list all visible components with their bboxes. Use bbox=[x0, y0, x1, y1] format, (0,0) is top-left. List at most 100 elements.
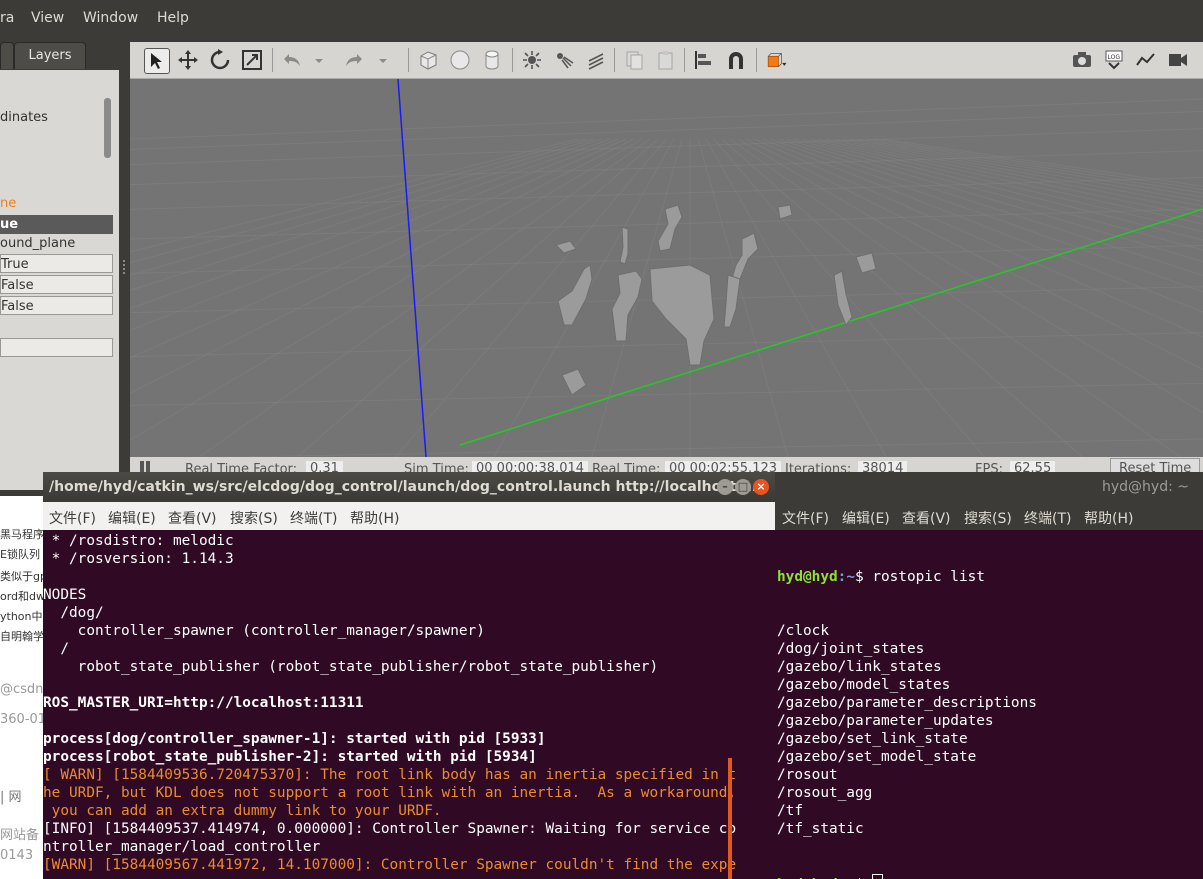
browser-text[interactable]: E锁队列 bbox=[0, 546, 40, 562]
menu-view[interactable]: View bbox=[31, 10, 64, 26]
topic-item: /gazebo/set_link_state bbox=[777, 731, 968, 747]
maximize-icon[interactable]: □ bbox=[735, 479, 751, 495]
menu-view[interactable]: 查看(V) bbox=[168, 508, 217, 528]
menu-gazebo[interactable]: ra bbox=[0, 10, 14, 26]
browser-text[interactable]: 自明翰学 bbox=[0, 628, 44, 644]
property-row-selected[interactable]: ue bbox=[0, 215, 113, 234]
3d-viewport[interactable] bbox=[130, 79, 1203, 457]
menu-terminal[interactable]: 终端(T) bbox=[1024, 508, 1071, 528]
screenshot-icon[interactable] bbox=[1070, 48, 1094, 72]
robot-link-mesh[interactable] bbox=[611, 270, 643, 342]
select-arrow-icon[interactable] bbox=[144, 48, 170, 74]
property-value[interactable] bbox=[0, 338, 113, 357]
browser-text: 360-010 bbox=[0, 712, 44, 727]
rotate-icon[interactable] bbox=[208, 48, 232, 72]
robot-link-mesh[interactable] bbox=[777, 204, 793, 220]
log-icon[interactable]: LOG bbox=[1102, 48, 1126, 72]
menu-search[interactable]: 搜索(S) bbox=[964, 508, 1012, 528]
grid-line bbox=[130, 110, 1203, 150]
menu-help[interactable]: Help bbox=[157, 10, 189, 26]
menu-file[interactable]: 文件(F) bbox=[782, 508, 829, 528]
property-row[interactable]: dinates bbox=[0, 108, 113, 127]
robot-link-mesh[interactable] bbox=[561, 368, 587, 396]
browser-text[interactable]: 黑马程序 bbox=[0, 526, 44, 542]
topic-item: /tf_static bbox=[777, 821, 864, 837]
browser-text[interactable]: | 网 bbox=[0, 786, 22, 805]
property-value[interactable]: False bbox=[0, 275, 113, 294]
directional-light-icon[interactable] bbox=[584, 48, 608, 72]
terminal-window-shell[interactable]: hyd@hyd: ~ 文件(F) 编辑(E) 查看(V) 搜索(S) 终端(T)… bbox=[775, 472, 1203, 879]
robot-link-mesh[interactable] bbox=[557, 264, 593, 326]
box-icon[interactable] bbox=[416, 48, 440, 72]
property-value[interactable]: True bbox=[0, 254, 113, 273]
menu-edit[interactable]: 编辑(E) bbox=[842, 508, 890, 528]
terminal-scrollbar[interactable] bbox=[728, 758, 732, 879]
terminal-line: you can add an extra dummy link to your … bbox=[43, 803, 442, 819]
menu-window[interactable]: Window bbox=[83, 10, 138, 26]
menu-view[interactable]: 查看(V) bbox=[902, 508, 951, 528]
terminal-menubar: 文件(F) 编辑(E) 查看(V) 搜索(S) 终端(T) 帮助(H) bbox=[775, 502, 1203, 530]
translate-icon[interactable] bbox=[176, 48, 200, 72]
terminal-line: ntroller_manager/load_controller bbox=[43, 839, 321, 855]
grid-line bbox=[729, 138, 1182, 457]
property-row[interactable]: ound_plane bbox=[0, 234, 113, 253]
robot-link-mesh[interactable] bbox=[555, 240, 577, 254]
terminal-output[interactable]: hyd@hyd:~$ rostopic list /clock/dog/join… bbox=[777, 532, 1203, 879]
menu-terminal[interactable]: 终端(T) bbox=[290, 508, 337, 528]
menu-file[interactable]: 文件(F) bbox=[49, 508, 96, 528]
menu-edit[interactable]: 编辑(E) bbox=[108, 508, 156, 528]
robot-link-mesh[interactable] bbox=[855, 252, 877, 274]
panel-splitter[interactable] bbox=[120, 70, 128, 490]
spot-light-icon[interactable] bbox=[552, 48, 576, 72]
view-angle-icon[interactable] bbox=[762, 48, 792, 72]
close-icon[interactable]: × bbox=[753, 479, 769, 495]
toolbar-separator bbox=[684, 48, 685, 72]
tab-layers[interactable]: Layers bbox=[14, 42, 86, 69]
property-scrollbar[interactable] bbox=[104, 98, 111, 158]
property-tree: dinates ne ue ound_plane True False Fals… bbox=[0, 70, 119, 490]
browser-text[interactable]: ord和dw bbox=[0, 588, 44, 604]
terminal-titlebar[interactable]: /home/hyd/catkin_ws/src/elcdog/dog_contr… bbox=[43, 472, 775, 502]
redo-dropdown-icon[interactable] bbox=[376, 48, 390, 72]
video-icon[interactable] bbox=[1166, 48, 1190, 72]
menu-help[interactable]: 帮助(H) bbox=[350, 508, 399, 528]
minimize-icon[interactable]: – bbox=[717, 479, 733, 495]
property-value[interactable]: False bbox=[0, 296, 113, 315]
paste-icon[interactable] bbox=[654, 48, 678, 72]
terminal-window-launch[interactable]: /home/hyd/catkin_ws/src/elcdog/dog_contr… bbox=[43, 472, 775, 879]
align-icon[interactable] bbox=[692, 48, 716, 72]
undo-dropdown-icon[interactable] bbox=[312, 48, 326, 72]
terminal-line: * /rosversion: 1.14.3 bbox=[43, 551, 234, 567]
scene-canvas[interactable] bbox=[130, 79, 1203, 457]
robot-link-mesh[interactable] bbox=[723, 274, 741, 328]
grid-line bbox=[130, 138, 635, 394]
grid-line bbox=[745, 138, 1203, 370]
grid-line bbox=[210, 438, 1203, 457]
copy-icon[interactable] bbox=[622, 48, 646, 72]
terminal-line: robot_state_publisher (robot_state_publi… bbox=[43, 659, 659, 675]
terminal-line: he URDF, but KDL does not support a root… bbox=[43, 785, 737, 801]
toolbar-separator bbox=[408, 48, 409, 72]
plot-icon[interactable] bbox=[1134, 48, 1158, 72]
robot-link-mesh[interactable] bbox=[649, 264, 715, 366]
undo-icon[interactable] bbox=[280, 48, 304, 72]
menu-search[interactable]: 搜索(S) bbox=[230, 508, 278, 528]
redo-icon[interactable] bbox=[342, 48, 366, 72]
snap-icon[interactable] bbox=[724, 48, 748, 72]
browser-text[interactable]: 类似于gp bbox=[0, 568, 44, 584]
topic-item: /rosout_agg bbox=[777, 785, 873, 801]
tab-world[interactable] bbox=[0, 42, 14, 69]
topic-item: /gazebo/link_states bbox=[777, 659, 942, 675]
menu-help[interactable]: 帮助(H) bbox=[1084, 508, 1133, 528]
sphere-icon[interactable] bbox=[448, 48, 472, 72]
terminal-line: [ WARN] [1584409536.720475370]: The root… bbox=[43, 767, 737, 783]
scale-icon[interactable] bbox=[240, 48, 264, 72]
cylinder-icon[interactable] bbox=[480, 48, 504, 72]
point-light-icon[interactable] bbox=[520, 48, 544, 72]
browser-text[interactable]: ython中 bbox=[0, 608, 43, 624]
property-row[interactable]: ne bbox=[0, 194, 113, 213]
terminal-output[interactable]: * /rosdistro: melodic * /rosversion: 1.1… bbox=[43, 532, 765, 879]
grid-line bbox=[130, 98, 1203, 140]
active-prompt[interactable]: hyd@hyd:~$ bbox=[777, 874, 1203, 879]
terminal-titlebar[interactable]: hyd@hyd: ~ bbox=[775, 472, 1203, 502]
